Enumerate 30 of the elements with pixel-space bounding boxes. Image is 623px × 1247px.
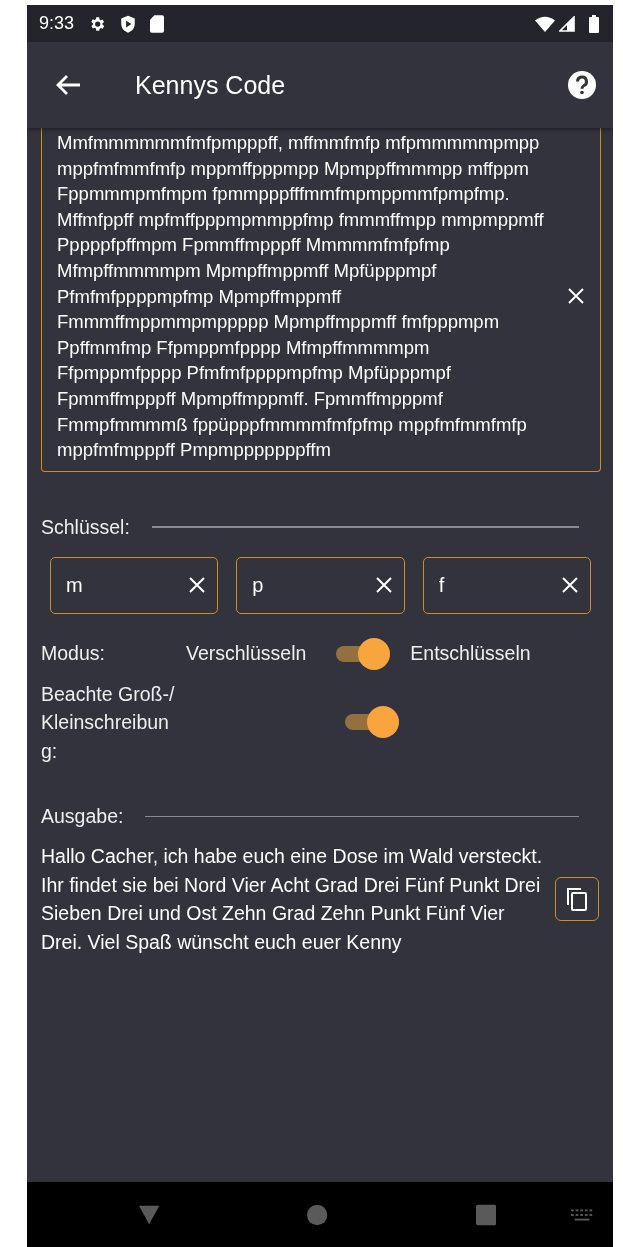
wifi-icon — [535, 15, 555, 32]
key-field[interactable]: f — [422, 556, 591, 614]
key-label: Schlüssel: — [41, 515, 130, 539]
decrypt-option: Entschlüsseln — [410, 642, 531, 666]
back-triangle-icon[interactable] — [139, 1204, 160, 1225]
output-label: Ausgabe: — [41, 805, 124, 829]
input-field[interactable]: Mmfmmmmmmfmfpmpppff, mffmmfmfp mfpmmmmmpmpp mppfmfmmfmfp mppmffpppmpp Mpmppffmmmpp mffppm Fppmmmpmfmpm fpmmpppfffmmfmpmppmmfpmpfmp. Mffmfppff mpfmffpppmpmmppfmp fmmmffmpp mmpmppmff Pppppfpffmpm Fpmmffmpppff Mmmmmfmfpfmp Mfmpffmmmmpm Mpmpffmppmff Mpfüpppmpf Pfmfmfppppmpfmp Mpmpffmppmff Fmmmffmppmmpmppppp Mpmpffmppmff fmfpppmpm Ppffmmfmp Ffpmppmfpppp Mfmpffmmmmpm Ffpmppmfpppp Pfmfmfppppmpfmp Mpfüpppmpf Fpmmffmpppff Mpmpffmppmff. Fpmmffmpppmf Fmmpfmmmmß fppüpppfmmmmfmfpfmp mppfmfmmfmfp mppfmfmpppff Pmpmpppppppffm — [41, 128, 601, 472]
clear-icon[interactable] — [562, 577, 578, 594]
case-label: Beachte Groß-/Kleinschreibung: — [41, 681, 176, 764]
encrypt-option: Verschlüsseln — [186, 642, 307, 666]
clear-icon[interactable] — [568, 288, 584, 305]
keyboard-icon[interactable] — [570, 1208, 593, 1221]
copy-button[interactable] — [555, 877, 599, 922]
key-field[interactable]: m — [50, 556, 219, 614]
home-circle-icon[interactable] — [307, 1203, 328, 1226]
help-icon[interactable] — [567, 70, 597, 100]
mode-label: Modus: — [41, 642, 106, 666]
signal-icon — [559, 15, 575, 32]
output-text: Hallo Cacher, ich habe euch eine Dose im Wald versteckt. Ihr findet sie bei Nord Vier Acht Grad Drei Fünf Punkt Drei Sieben Drei und Ost Zehn Grad Zehn Punkt Fünf Vier Drei. Viel Spaß wünscht euch euer Kenny — [41, 844, 544, 955]
status-time: 9:33 — [39, 13, 75, 34]
clear-icon[interactable] — [189, 577, 206, 594]
shield-icon — [120, 14, 137, 33]
recents-square-icon[interactable] — [475, 1203, 496, 1226]
app-title: Kennys Code — [135, 70, 287, 100]
key-field[interactable]: p — [236, 556, 405, 614]
back-arrow-icon[interactable] — [55, 74, 81, 96]
clear-icon[interactable] — [375, 577, 392, 594]
battery-icon — [589, 14, 599, 33]
sd-card-icon — [150, 14, 165, 33]
copy-icon — [566, 887, 588, 912]
